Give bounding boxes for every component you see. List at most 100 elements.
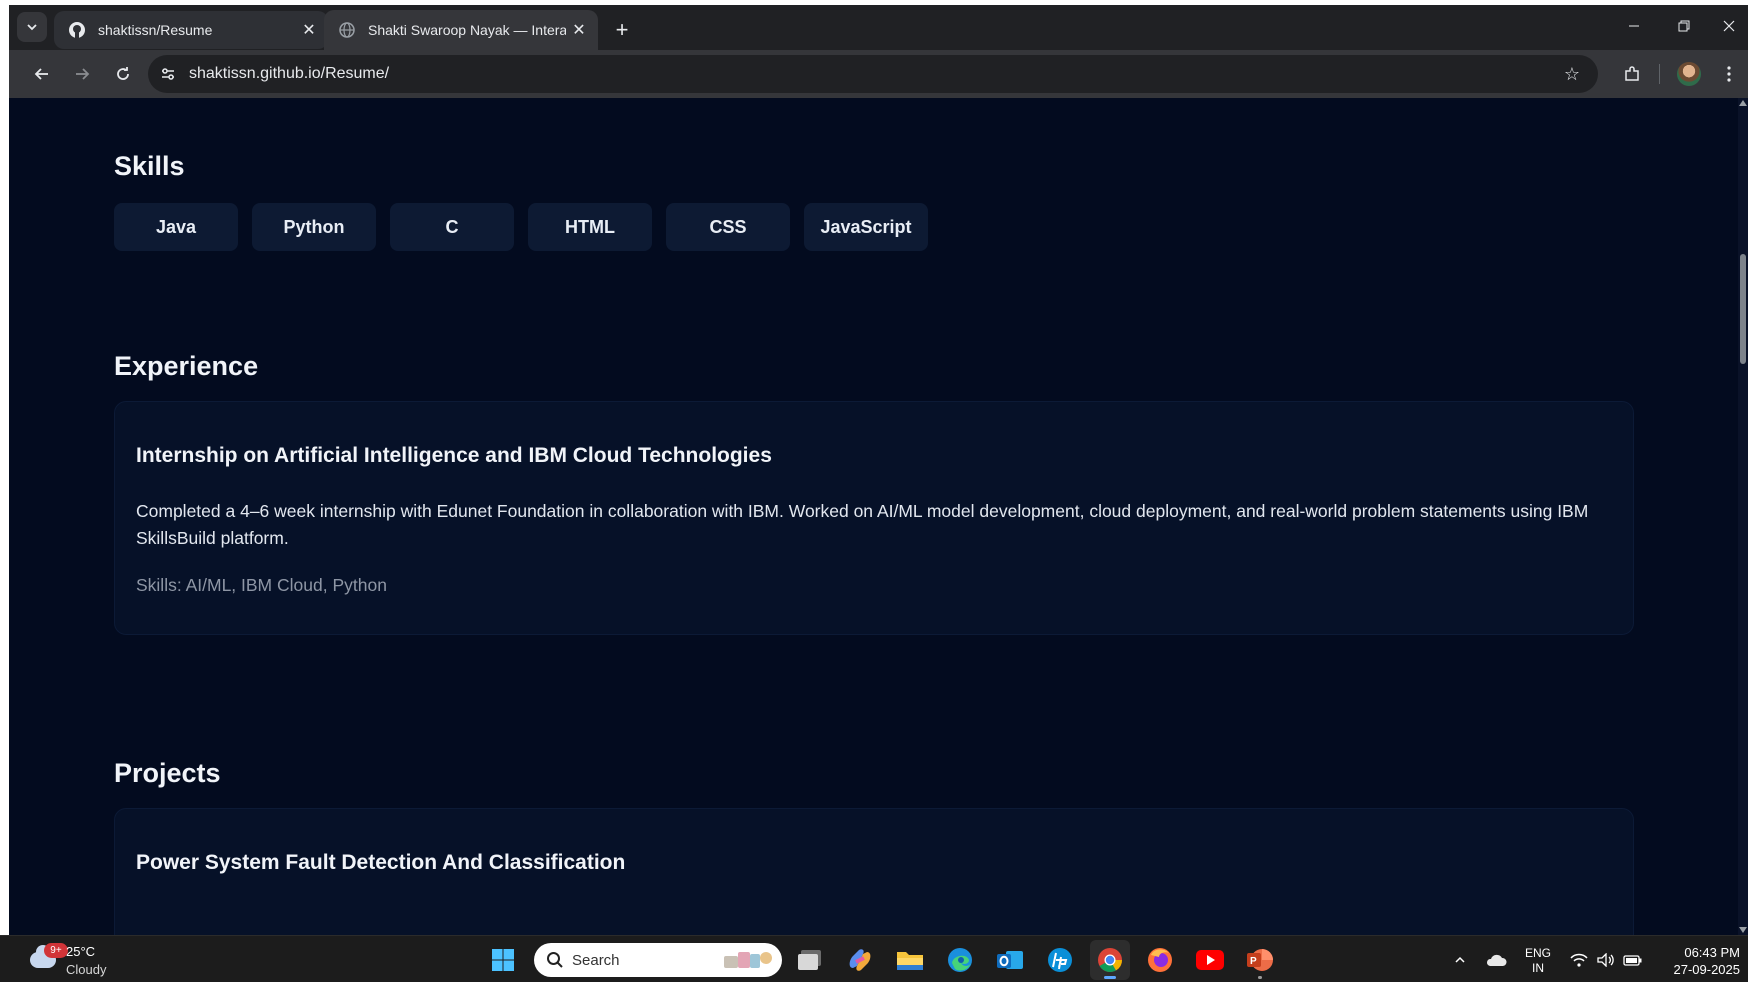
project-card: Power System Fault Detection And Classif… [114, 808, 1634, 935]
globe-icon [336, 19, 358, 41]
tab-resume-site[interactable]: Shakti Swaroop Nayak — Intera ✕ [324, 10, 598, 50]
browser-window: shaktissn/Resume ✕ Shakti Swaroop Nayak … [9, 5, 1748, 935]
battery-icon [1623, 954, 1642, 966]
weather-widget[interactable]: 9+ 25°C Cloudy [22, 940, 142, 980]
close-icon [1723, 20, 1735, 32]
skill-chip: Java [114, 203, 238, 251]
experience-title: Internship on Artificial Intelligence an… [136, 444, 772, 467]
youtube-button[interactable] [1190, 940, 1230, 980]
scrollbar-thumb[interactable] [1740, 254, 1746, 364]
experience-card: Internship on Artificial Intelligence an… [114, 401, 1634, 635]
weather-temperature: 25°C [66, 944, 96, 959]
start-icon [492, 949, 514, 971]
weather-condition: Cloudy [66, 962, 107, 977]
search-placeholder: Search [572, 951, 620, 969]
notification-badge: 9+ [44, 943, 68, 958]
skills-heading: Skills [114, 151, 185, 181]
search-icon [547, 952, 563, 968]
clock-time: 06:43 PM [1684, 945, 1740, 960]
projects-heading: Projects [114, 758, 221, 788]
onedrive-icon [1486, 954, 1507, 966]
outlook-icon [997, 951, 1023, 969]
volume-button[interactable] [1594, 936, 1618, 982]
powerpoint-icon: P [1247, 949, 1273, 971]
forward-button[interactable] [66, 58, 98, 90]
restore-icon [1678, 20, 1690, 32]
skill-chip: Python [252, 203, 376, 251]
site-info-icon[interactable] [153, 59, 183, 89]
project-title: Power System Fault Detection And Classif… [136, 851, 626, 874]
page-content: Skills Java Python C HTML CSS JavaScript… [9, 98, 1748, 935]
arrow-left-icon [34, 68, 48, 80]
menu-icon[interactable] [1713, 58, 1745, 90]
page-scrollbar[interactable] [1738, 98, 1748, 935]
running-indicator [1258, 976, 1262, 979]
file-explorer-button[interactable] [890, 940, 930, 980]
firefox-button[interactable] [1140, 940, 1180, 980]
skill-chip: CSS [666, 203, 790, 251]
hp-icon [1048, 948, 1072, 972]
screen: shaktissn/Resume ✕ Shakti Swaroop Nayak … [0, 0, 1748, 982]
skill-chip: HTML [528, 203, 652, 251]
bookmark-star-icon[interactable]: ☆ [1560, 62, 1584, 86]
skill-chip: JavaScript [804, 203, 928, 251]
task-view-icon [798, 950, 821, 970]
volume-icon [1597, 952, 1614, 967]
svg-text:P: P [1250, 956, 1257, 967]
experience-skills: Skills: AI/ML, IBM Cloud, Python [136, 575, 387, 595]
active-indicator [1104, 976, 1116, 979]
system-clock[interactable]: 06:43 PM 27-09-2025 [1650, 944, 1741, 978]
address-bar[interactable]: shaktissn.github.io/Resume/ ☆ [148, 55, 1598, 93]
reload-button[interactable] [107, 58, 139, 90]
hp-button[interactable] [1040, 940, 1080, 980]
tab-strip: shaktissn/Resume ✕ Shakti Swaroop Nayak … [9, 5, 1748, 55]
browser-toolbar: shaktissn.github.io/Resume/ ☆ [9, 50, 1748, 98]
edge-icon [948, 948, 972, 972]
wifi-icon [1570, 953, 1588, 967]
search-highlight-icon [724, 952, 772, 968]
start-button[interactable] [483, 940, 523, 980]
file-explorer-icon [897, 952, 923, 970]
outlook-button[interactable] [990, 940, 1030, 980]
clock-date: 27-09-2025 [1673, 962, 1741, 977]
copilot-icon [849, 949, 871, 971]
tab-search-button[interactable] [17, 12, 47, 42]
url-text: shaktissn.github.io/Resume/ [189, 65, 390, 82]
close-window-button[interactable] [1709, 11, 1748, 41]
tab-title: shaktissn/Resume [98, 22, 213, 38]
copilot-button[interactable] [840, 940, 880, 980]
close-icon[interactable]: ✕ [296, 17, 322, 43]
restore-button[interactable] [1659, 11, 1709, 41]
back-button[interactable] [26, 58, 58, 90]
chrome-button[interactable] [1090, 940, 1130, 980]
edge-button[interactable] [940, 940, 980, 980]
taskbar: 9+ 25°C Cloudy Search P ENG IN 06:43 PM … [0, 935, 1748, 982]
tab-github-resume[interactable]: shaktissn/Resume ✕ [54, 11, 328, 49]
extensions-icon[interactable] [1616, 58, 1648, 90]
task-view-button[interactable] [790, 940, 830, 980]
new-tab-button[interactable]: + [607, 15, 637, 45]
chrome-icon [1098, 948, 1122, 973]
wifi-button[interactable] [1566, 936, 1592, 982]
arrow-right-icon [76, 68, 90, 80]
battery-button[interactable] [1620, 936, 1646, 982]
firefox-icon [1148, 948, 1172, 972]
tab-title: Shakti Swaroop Nayak — Intera [368, 22, 566, 38]
onedrive-button[interactable] [1482, 936, 1510, 982]
minimize-button[interactable] [1609, 11, 1659, 41]
github-icon [66, 19, 88, 41]
close-icon[interactable]: ✕ [566, 17, 592, 43]
show-hidden-icons-button[interactable] [1448, 936, 1472, 982]
language-indicator[interactable]: ENG IN [1518, 946, 1558, 976]
toolbar-divider [1659, 64, 1660, 84]
scroll-down-arrow-icon[interactable] [1739, 927, 1747, 933]
skill-chip: C [390, 203, 514, 251]
powerpoint-button[interactable]: P [1240, 940, 1280, 980]
language-code: ENG [1524, 946, 1551, 960]
scroll-up-arrow-icon[interactable] [1739, 100, 1747, 106]
profile-avatar[interactable] [1677, 62, 1701, 86]
region-code: IN [1532, 961, 1544, 975]
skills-list: Java Python C HTML CSS JavaScript [114, 203, 928, 251]
taskbar-search[interactable]: Search [534, 943, 782, 977]
chevron-down-icon [27, 24, 37, 31]
